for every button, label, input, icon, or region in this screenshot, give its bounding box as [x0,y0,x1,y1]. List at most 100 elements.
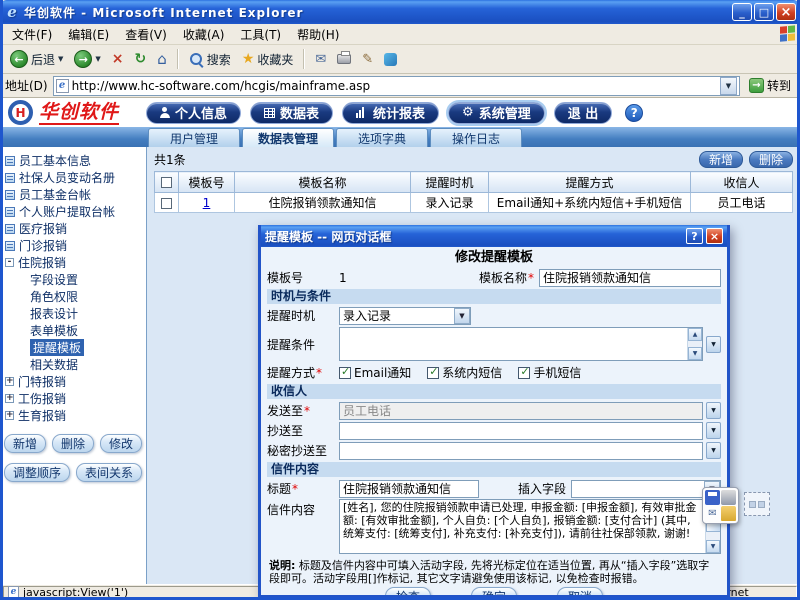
cancel-button[interactable]: 取消 [557,587,603,595]
print-button[interactable] [333,51,355,66]
nav-button-personal-info[interactable]: 个人信息 [146,101,242,124]
messenger-button[interactable] [380,51,401,68]
mail-icon[interactable]: ✉ [705,506,720,521]
adjust-order-button[interactable]: 调整顺序 [3,463,70,482]
maximize-button[interactable]: □ [754,3,774,21]
send-to-select-button[interactable]: ▼ [706,402,721,419]
tab-operation-log[interactable]: 操作日志 [430,128,522,147]
expand-icon[interactable]: + [5,377,14,386]
check-button[interactable]: 检查 [385,587,431,595]
nav-button-data-tables[interactable]: 数据表 [250,101,334,124]
tree-item[interactable]: + 工伤报销 [0,390,146,407]
tab-data-table-management[interactable]: 数据表管理 [242,128,334,147]
checkbox-system-sms[interactable]: ✓ [427,365,440,379]
nav-button-reports[interactable]: 统计报表 [342,101,440,124]
bcc-select-button[interactable]: ▼ [706,442,721,459]
select-all-checkbox[interactable] [161,177,172,188]
go-button[interactable]: → 转到 [745,76,795,95]
tree-item[interactable]: 门诊报销 [0,237,146,254]
bcc-input[interactable] [339,441,703,460]
scroll-down-button[interactable]: ▼ [688,347,702,360]
cc-input[interactable] [339,421,703,440]
nav-button-exit[interactable]: 退 出 [553,101,613,124]
window-controls: _ □ × [732,3,796,21]
dialog-help-button[interactable]: ? [686,228,703,244]
tree-item-selected[interactable]: 提醒模板 [0,339,146,356]
minimize-button[interactable]: _ [732,3,752,21]
tree-item[interactable]: 字段设置 [0,271,146,288]
scroll-down-button[interactable]: ▼ [706,540,720,553]
send-to-input[interactable] [339,401,703,420]
tree-item[interactable]: + 门特报销 [0,373,146,390]
dialog-close-button[interactable]: × [706,228,723,244]
row-checkbox[interactable] [161,197,172,209]
dialog-title: 提醒模板 -- 网页对话框 [265,229,392,244]
save-icon[interactable] [705,490,720,505]
favorites-button[interactable]: ★ 收藏夹 [238,49,298,70]
scroll-up-button[interactable]: ▲ [688,328,702,341]
menu-item-view[interactable]: 查看(V) [117,24,175,45]
tree-item[interactable]: 医疗报销 [0,220,146,237]
expand-icon[interactable]: + [5,394,14,403]
condition-textarea[interactable]: ▲ ▼ [339,327,703,361]
condition-expand-button[interactable]: ▼ [706,335,721,353]
address-dropdown-button[interactable]: ▼ [719,76,737,95]
tree-item[interactable]: 社保人员变动名册 [0,169,146,186]
template-id-link[interactable]: 1 [203,196,211,210]
expand-icon[interactable]: + [5,411,14,420]
template-name-input[interactable] [539,268,721,287]
confirm-button[interactable]: 确定 [471,587,517,595]
insert-field-select[interactable]: ▼ [571,479,721,498]
refresh-button[interactable]: ↻ [131,49,151,69]
menu-item-file[interactable]: 文件(F) [4,24,60,45]
address-input[interactable] [71,77,717,94]
print-icon [337,51,352,64]
delete-button[interactable]: 删除 [748,151,793,168]
tree-item[interactable]: 表单模板 [0,322,146,339]
tab-user-management[interactable]: 用户管理 [148,128,240,147]
menu-item-help[interactable]: 帮助(H) [289,24,347,45]
scrollbar[interactable]: ▲ ▼ [687,328,702,360]
tree-item[interactable]: 报表设计 [0,305,146,322]
tree-item[interactable]: 相关数据 [0,356,146,373]
body-textarea[interactable]: [姓名], 您的住院报销领款申请已处理, 申报金额: [申报金额], 有效审批金… [339,499,721,554]
print-icon[interactable] [721,490,736,505]
table-relations-button[interactable]: 表间关系 [76,463,143,482]
nav-button-system[interactable]: ⚙ 系统管理 [446,99,547,126]
home-button[interactable]: ⌂ [153,48,171,70]
page-icon: e [55,78,69,93]
search-icon [189,52,204,67]
sidebar-delete-button[interactable]: 删除 [51,434,94,453]
tree-item[interactable]: 个人账户提取台帐 [0,203,146,220]
checkbox-mobile-sms[interactable]: ✓ [518,365,531,379]
sidebar-modify-button[interactable]: 修改 [100,434,143,453]
back-button[interactable]: ← 后退 ▼ [6,48,67,70]
help-button[interactable]: ? [625,103,644,122]
menu-item-edit[interactable]: 编辑(E) [60,24,117,45]
cc-select-button[interactable]: ▼ [706,422,721,439]
edit-button[interactable]: ✎ [358,50,377,69]
tree-item[interactable]: 员工基金台帐 [0,186,146,203]
stop-button[interactable]: × [108,49,128,69]
logo-icon: H [8,100,33,125]
tree-item[interactable]: + 生育报销 [0,407,146,424]
add-button[interactable]: 新增 [698,151,743,168]
timing-select[interactable]: 录入记录 ▼ [339,306,471,325]
subject-input[interactable] [339,479,479,498]
search-button[interactable]: 搜索 [185,49,235,70]
tab-option-dictionary[interactable]: 选项字典 [336,128,428,147]
menu-item-tools[interactable]: 工具(T) [232,24,289,45]
menu-item-favorites[interactable]: 收藏(A) [175,24,233,45]
collapse-icon[interactable]: - [5,258,14,267]
tree-item[interactable]: - 住院报销 [0,254,146,271]
checkbox-email[interactable]: ✓ [339,365,351,379]
tree-item[interactable]: 角色权限 [0,288,146,305]
status-text: javascript:View('1') [23,586,129,599]
sidebar-add-button[interactable]: 新增 [3,434,46,453]
document-icon: e [8,586,19,599]
forward-button[interactable]: → ▼ [70,48,104,70]
close-button[interactable]: × [776,3,796,21]
mail-button[interactable]: ✉ [311,50,330,69]
folder-icon[interactable] [721,506,736,521]
tree-item[interactable]: 员工基本信息 [0,152,146,169]
